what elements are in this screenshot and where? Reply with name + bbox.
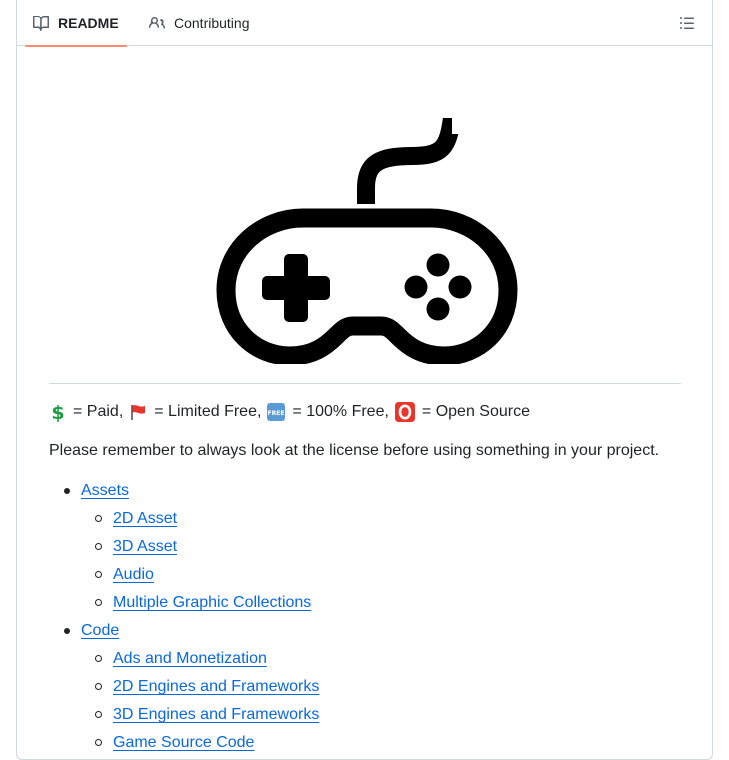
tab-readme[interactable]: README xyxy=(25,0,127,47)
free-label: = 100% Free, xyxy=(292,403,389,420)
book-icon xyxy=(33,15,49,31)
toc-subitem: 3D Engines and Frameworks xyxy=(49,704,699,732)
toc-link-2d-asset[interactable]: 2D Asset xyxy=(113,510,177,527)
toc-subitem: Game Source Code xyxy=(49,732,699,760)
people-icon xyxy=(149,17,165,29)
tab-bar: README Contributing xyxy=(17,0,712,47)
table-of-contents: Assets 2D Asset 3D Asset Audio Multiple … xyxy=(49,480,699,760)
toc-subitem: 3D Asset xyxy=(49,536,699,564)
toc-link-3d-asset[interactable]: 3D Asset xyxy=(113,538,177,555)
outline-button[interactable] xyxy=(674,10,700,36)
pricing-legend: $ = Paid, = Limited Free, FREE = 100% Fr… xyxy=(49,401,689,423)
toc-link-game-source-code[interactable]: Game Source Code xyxy=(113,734,254,751)
toc-subitem: Audio xyxy=(49,564,699,592)
open-label: = Open Source xyxy=(421,403,530,420)
limited-emoji xyxy=(128,402,148,422)
toc-link-3d-engines[interactable]: 3D Engines and Frameworks xyxy=(113,706,319,723)
toc-subitem: Ads and Monetization xyxy=(49,648,699,676)
toc-item-code: Code xyxy=(49,620,699,648)
free-badge-icon: FREE xyxy=(267,403,286,421)
toc-item-assets: Assets xyxy=(49,480,699,508)
paid-emoji: $ xyxy=(49,402,67,422)
toc-link-2d-engines[interactable]: 2D Engines and Frameworks xyxy=(113,678,319,695)
svg-text:FREE: FREE xyxy=(268,410,285,417)
tab-readme-label: README xyxy=(58,15,119,31)
dollar-icon: $ xyxy=(51,402,64,422)
open-emoji xyxy=(394,401,416,423)
svg-text:$: $ xyxy=(51,402,64,422)
list-unordered-icon xyxy=(680,17,694,29)
gamepad-icon xyxy=(216,118,518,364)
toc-link-ads-and-monetization[interactable]: Ads and Monetization xyxy=(113,650,267,667)
o-button-icon xyxy=(394,402,415,422)
toc-subitem: 2D Asset xyxy=(49,508,699,536)
flag-icon xyxy=(131,405,146,420)
license-note: Please remember to always look at the li… xyxy=(49,442,660,459)
tab-contributing-label: Contributing xyxy=(174,15,250,31)
toc-link-code[interactable]: Code xyxy=(81,622,119,639)
readme-panel: README Contributing $ = Paid, = Limited … xyxy=(16,0,713,760)
divider xyxy=(49,383,681,384)
toc-link-assets[interactable]: Assets xyxy=(81,482,129,499)
free-emoji: FREE xyxy=(266,402,286,422)
toc-link-audio[interactable]: Audio xyxy=(113,566,154,583)
toc-subitem: Multiple Graphic Collections xyxy=(49,592,699,620)
limited-label: = Limited Free, xyxy=(154,403,262,420)
paid-label: = Paid, xyxy=(73,403,124,420)
toc-link-multiple-graphic-collections[interactable]: Multiple Graphic Collections xyxy=(113,594,311,611)
tab-contributing[interactable]: Contributing xyxy=(141,0,258,46)
toc-subitem: 2D Engines and Frameworks xyxy=(49,676,699,704)
